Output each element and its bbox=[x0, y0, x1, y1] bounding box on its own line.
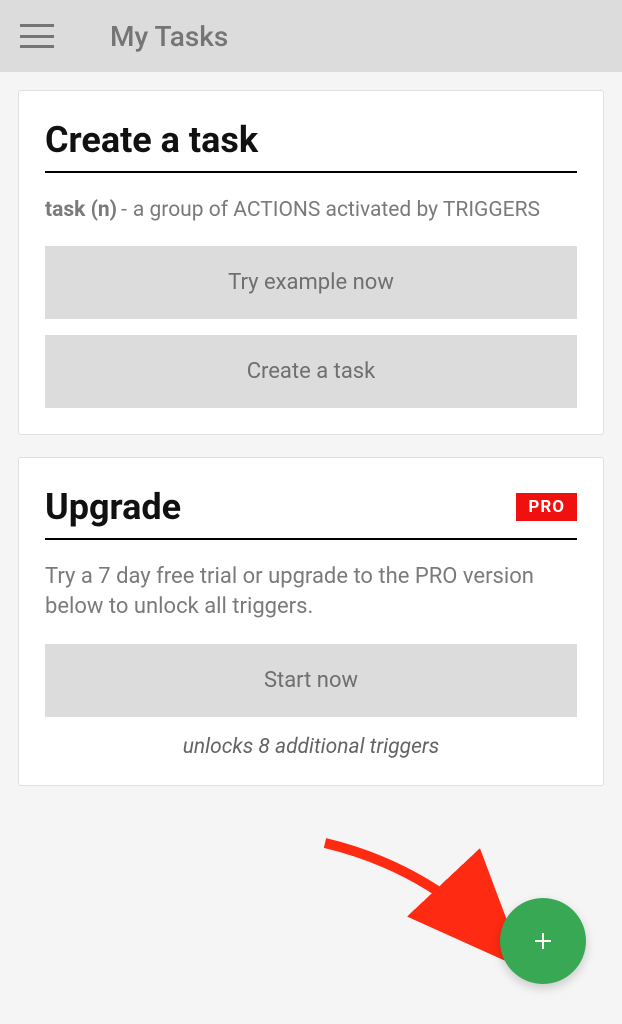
def-body: a group of ACTIONS activated by TRIGGERS bbox=[133, 197, 577, 224]
create-card-title: Create a task bbox=[45, 119, 258, 161]
start-now-button[interactable]: Start now bbox=[45, 644, 577, 717]
annotation-arrow bbox=[320, 838, 530, 978]
def-separator: - bbox=[117, 197, 133, 224]
def-term: task (n) bbox=[45, 197, 117, 224]
plus-icon bbox=[531, 929, 555, 953]
card-header: Upgrade PRO bbox=[45, 486, 577, 540]
try-example-button[interactable]: Try example now bbox=[45, 246, 577, 319]
create-task-card: Create a task task (n) - a group of ACTI… bbox=[18, 90, 604, 435]
upgrade-card-title: Upgrade bbox=[45, 486, 181, 528]
page-title: My Tasks bbox=[110, 20, 228, 53]
pro-badge: PRO bbox=[516, 493, 577, 521]
app-toolbar: My Tasks bbox=[0, 0, 622, 72]
task-definition: task (n) - a group of ACTIONS activated … bbox=[45, 197, 577, 224]
upgrade-description: Try a 7 day free trial or upgrade to the… bbox=[45, 562, 577, 621]
hamburger-menu-icon[interactable] bbox=[20, 24, 54, 48]
create-task-button[interactable]: Create a task bbox=[45, 335, 577, 408]
unlocks-text: unlocks 8 additional triggers bbox=[45, 735, 577, 759]
card-header: Create a task bbox=[45, 119, 577, 173]
add-task-fab[interactable] bbox=[500, 898, 586, 984]
upgrade-card: Upgrade PRO Try a 7 day free trial or up… bbox=[18, 457, 604, 785]
main-content: Create a task task (n) - a group of ACTI… bbox=[0, 72, 622, 826]
